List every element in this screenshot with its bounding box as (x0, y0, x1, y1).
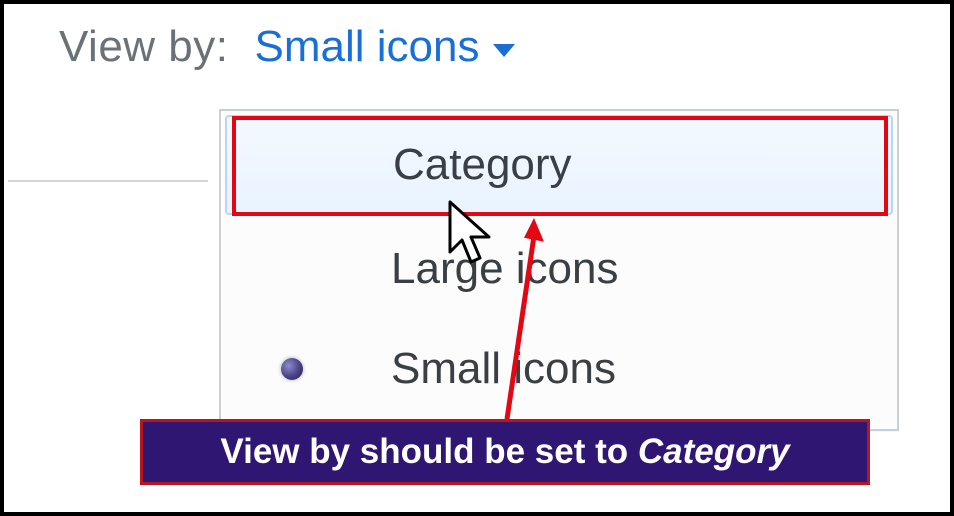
menu-item-small-icons[interactable]: Small icons (221, 319, 897, 419)
divider (8, 180, 208, 182)
view-by-menu: Category Large icons Small icons (219, 109, 899, 431)
view-by-dropdown-trigger[interactable]: Small icons (255, 22, 516, 72)
chevron-down-icon (493, 44, 515, 57)
menu-item-large-icons[interactable]: Large icons (221, 219, 897, 319)
view-by-row: View by: Small icons (59, 22, 515, 72)
menu-item-label: Small icons (391, 344, 616, 394)
callout-text-emphasis: Category (638, 432, 790, 472)
view-by-selected-value: Small icons (255, 22, 480, 72)
view-by-label: View by: (59, 22, 229, 72)
instruction-callout: View by should be set to Category (140, 419, 870, 485)
callout-text-prefix: View by should be set to (220, 432, 638, 472)
menu-item-category[interactable]: Category (225, 115, 893, 215)
menu-item-label: Large icons (391, 244, 618, 294)
menu-item-label: Category (393, 140, 572, 190)
radio-selected-icon (281, 358, 303, 380)
